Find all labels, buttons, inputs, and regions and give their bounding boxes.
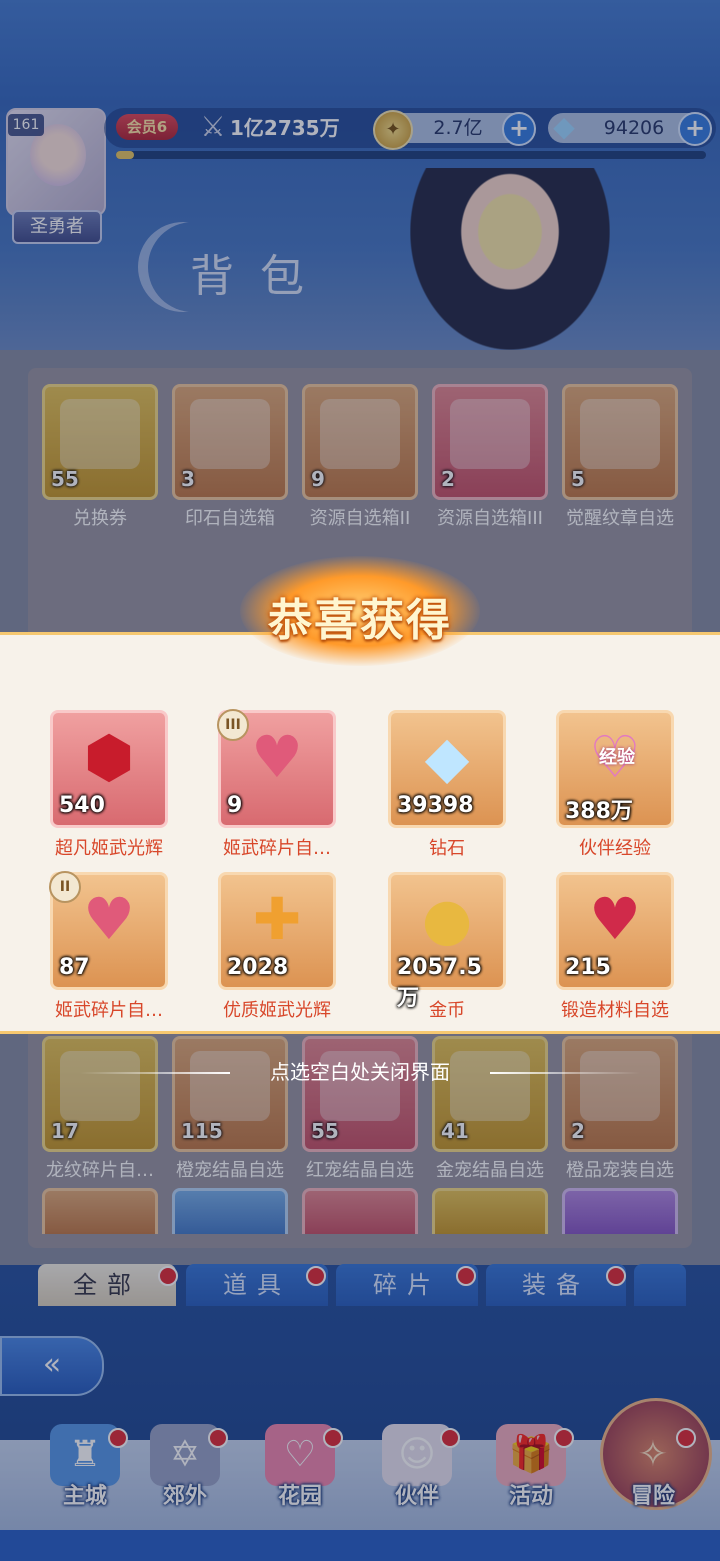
reward-count: 87 — [59, 955, 90, 980]
ruby-shard-icon: ⬢ — [83, 723, 135, 791]
reward-name: 优质姬武光辉 — [223, 1000, 331, 1021]
tier-badge: II — [49, 871, 81, 903]
reward-item[interactable]: ✚ 2028 — [218, 872, 336, 990]
forge-chest-icon: ♥ — [589, 885, 641, 953]
reward-count: 9 — [227, 793, 243, 818]
reward-name: 姬武碎片自… — [223, 838, 331, 859]
tier-badge: III — [217, 709, 249, 741]
reward-item[interactable]: ♥ 215 — [556, 872, 674, 990]
reward-name: 姬武碎片自… — [55, 1000, 163, 1021]
popup-title: 恭喜获得 — [268, 595, 452, 646]
reward-item[interactable]: ♡ 经验 388万 — [556, 710, 674, 828]
close-hint: 点选空白处关闭界面 — [270, 1060, 450, 1084]
reward-count: 215 — [565, 955, 611, 980]
reward-count: 2028 — [227, 955, 289, 980]
exp-badge-label: 经验 — [599, 747, 635, 768]
brilliance-badge-icon: ✚ — [252, 885, 302, 953]
reward-name: 钻石 — [429, 838, 465, 859]
reward-name: 伙伴经验 — [579, 838, 651, 859]
reward-item[interactable]: ● 2057.5万 — [388, 872, 506, 1011]
reward-item[interactable]: ◆ 39398 — [388, 710, 506, 828]
reward-item[interactable]: ⬢ 540 — [50, 710, 168, 828]
diamond-icon: ◆ — [424, 723, 470, 791]
reward-item[interactable]: ♥ III 9 — [217, 709, 336, 828]
reward-name: 金币 — [429, 1000, 465, 1021]
reward-name: 超凡姬武光辉 — [55, 838, 163, 859]
reward-name: 锻造材料自选 — [561, 1000, 669, 1021]
reward-count: 388万 — [565, 799, 633, 824]
reward-item[interactable]: ♥ II 87 — [49, 871, 168, 990]
reward-count: 39398 — [397, 793, 474, 818]
reward-count: 540 — [59, 793, 105, 818]
gold-coin-icon: ● — [421, 885, 473, 953]
